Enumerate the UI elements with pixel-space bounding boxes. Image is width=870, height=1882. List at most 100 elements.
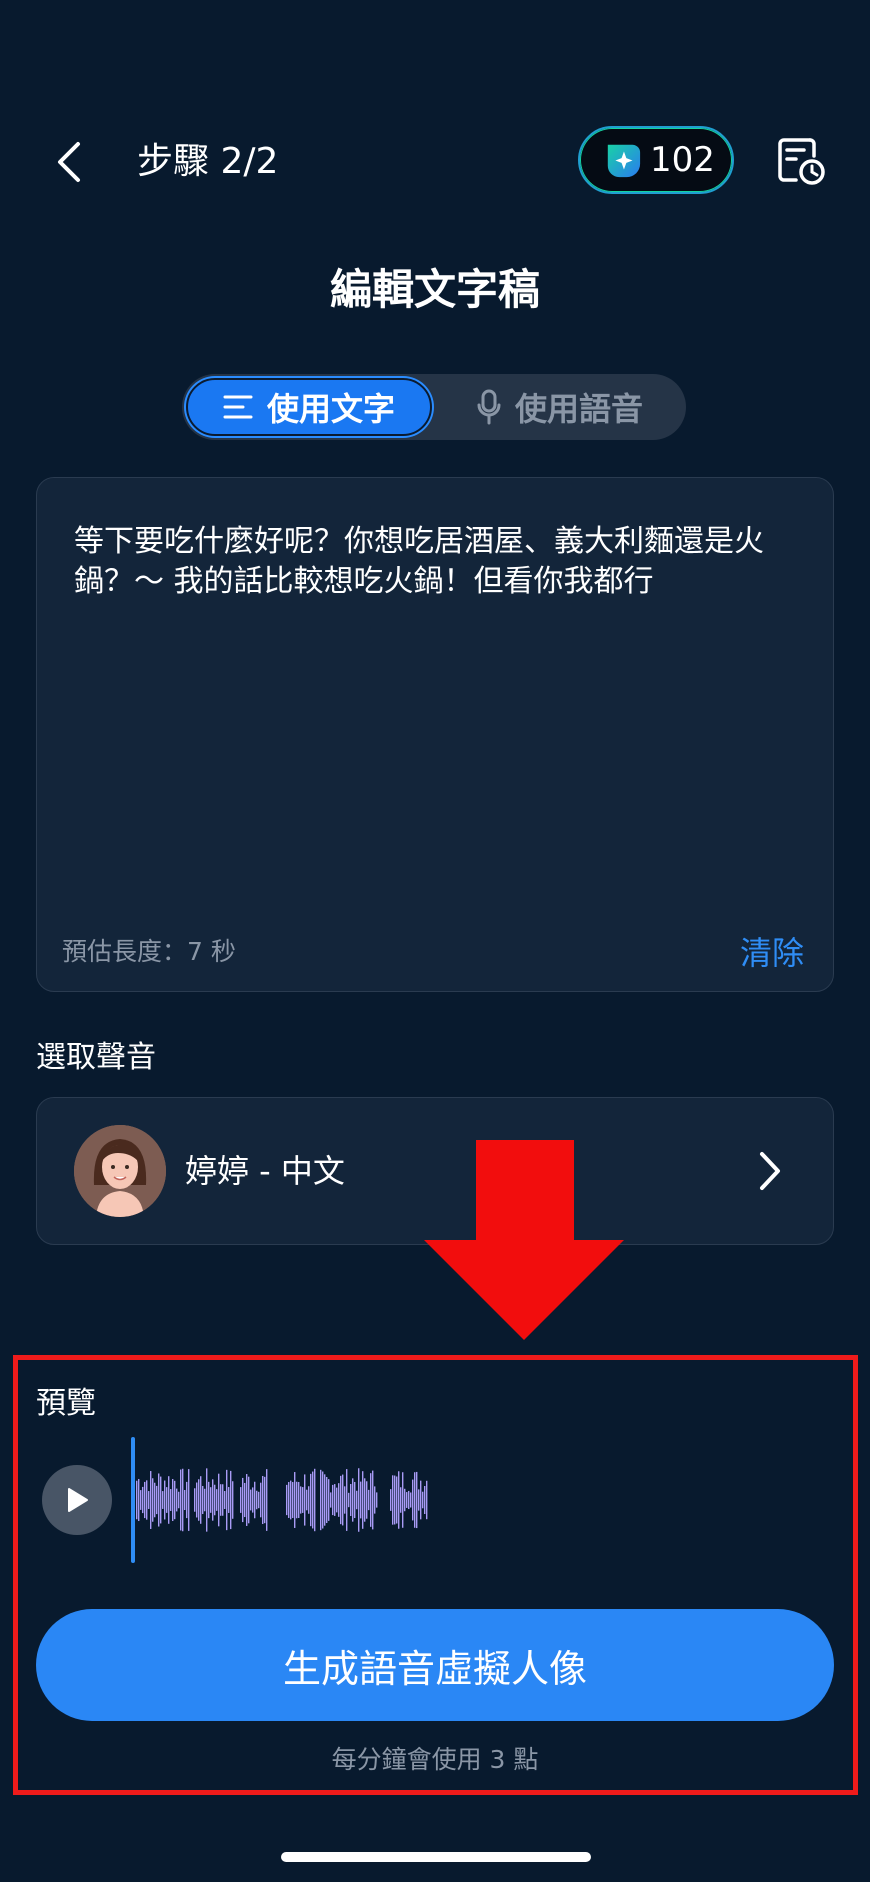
back-button[interactable] — [44, 132, 94, 192]
waveform-bar — [376, 1492, 378, 1508]
waveform-bar — [342, 1474, 344, 1526]
waveform-bar — [154, 1482, 156, 1518]
waveform-bar — [216, 1489, 218, 1511]
tab-use-text[interactable]: 使用文字 — [186, 378, 432, 436]
waveform-bar — [228, 1487, 230, 1513]
preview-section-label: 預覽 — [36, 1386, 96, 1421]
tab-use-text-label: 使用文字 — [266, 390, 395, 428]
chevron-right-icon[interactable] — [750, 1146, 790, 1196]
waveform-bar — [392, 1475, 394, 1525]
annotation-arrow — [424, 1140, 624, 1340]
waveform-bar — [178, 1491, 180, 1509]
selected-voice-name: 婷婷 - 中文 — [185, 1152, 345, 1190]
cost-note: 每分鐘會使用 3 點 — [331, 1745, 539, 1774]
waveform-bar — [142, 1486, 144, 1514]
waveform-bar — [258, 1491, 260, 1509]
waveform-bar — [314, 1468, 316, 1532]
waveform-bar — [332, 1484, 334, 1516]
waveform-bar — [370, 1473, 372, 1527]
waveform-bar — [390, 1489, 392, 1511]
waveform-bar — [368, 1489, 370, 1511]
playhead[interactable] — [131, 1437, 135, 1563]
history-button[interactable] — [774, 134, 828, 188]
waveform-bar — [180, 1469, 182, 1531]
waveform-bar — [350, 1484, 352, 1516]
waveform-bar — [148, 1491, 150, 1509]
waveform-bar — [412, 1479, 414, 1521]
play-button[interactable] — [42, 1465, 112, 1535]
waveform-bar — [202, 1485, 204, 1515]
waveform-bar — [206, 1468, 208, 1532]
waveform-bar — [218, 1473, 220, 1527]
waveform-bar — [326, 1476, 328, 1524]
waveform-bar — [168, 1476, 170, 1524]
waveform-bar — [310, 1473, 312, 1527]
waveform-bar — [418, 1489, 420, 1511]
waveform-bar — [396, 1476, 398, 1524]
waveform-bar — [184, 1489, 186, 1511]
waveform-bar — [240, 1487, 242, 1513]
waveform-bar — [296, 1481, 298, 1519]
tab-use-voice[interactable]: 使用語音 — [438, 378, 682, 436]
waveform-bar — [214, 1484, 216, 1516]
waveform-bar — [320, 1469, 322, 1531]
waveform-bar — [360, 1481, 362, 1519]
waveform-bar — [226, 1469, 228, 1531]
waveform-bar — [298, 1482, 300, 1518]
waveform-bar — [330, 1492, 332, 1508]
waveform-bar — [264, 1476, 266, 1524]
microphone-icon — [477, 389, 501, 425]
waveform-bar — [424, 1486, 426, 1514]
waveform-bar — [176, 1488, 178, 1512]
waveform-bar — [144, 1481, 146, 1519]
estimated-duration: 預估長度：7 秒 — [62, 937, 236, 966]
generate-avatar-button[interactable]: 生成語音虛擬人像 — [36, 1609, 834, 1721]
waveform-bar — [302, 1487, 304, 1513]
waveform-bar — [304, 1474, 306, 1526]
sparkle-shield-icon — [607, 144, 641, 178]
waveform-bar — [312, 1471, 314, 1529]
waveform-bar — [242, 1477, 244, 1523]
clear-button[interactable]: 清除 — [740, 928, 804, 974]
voice-section-label: 選取聲音 — [36, 1040, 156, 1075]
waveform-bar — [138, 1478, 140, 1522]
waveform-bar — [410, 1492, 412, 1508]
waveform-bar — [166, 1487, 168, 1513]
waveform-bar — [404, 1488, 406, 1512]
waveform-bar — [210, 1487, 212, 1513]
waveform-bar — [262, 1475, 264, 1525]
lines-icon — [223, 395, 253, 419]
waveform-bar — [252, 1487, 254, 1513]
waveform-bar — [294, 1472, 296, 1528]
waveform-bar — [204, 1488, 206, 1512]
waveform-bar — [156, 1485, 158, 1515]
step-indicator: 步驟 2/2 — [137, 141, 279, 182]
waveform-bar — [406, 1492, 408, 1508]
waveform-bar — [286, 1484, 288, 1516]
waveform-bar — [230, 1470, 232, 1530]
waveform-bar — [402, 1472, 404, 1528]
waveform-bar — [322, 1471, 324, 1529]
waveform-bar — [400, 1487, 402, 1513]
waveform-bar — [336, 1487, 338, 1513]
audio-waveform[interactable] — [136, 1460, 436, 1540]
waveform-bar — [324, 1474, 326, 1526]
waveform-bar — [362, 1471, 364, 1529]
waveform-bar — [358, 1468, 360, 1532]
waveform-bar — [146, 1480, 148, 1520]
waveform-bar — [364, 1478, 366, 1522]
waveform-bar — [334, 1484, 336, 1516]
waveform-bar — [300, 1486, 302, 1514]
waveform-bar — [352, 1478, 354, 1522]
waveform-bar — [136, 1480, 138, 1520]
waveform-bar — [248, 1476, 250, 1524]
waveform-bar — [260, 1482, 262, 1518]
waveform-bar — [398, 1471, 400, 1529]
waveform-bar — [188, 1469, 190, 1531]
waveform-bar — [290, 1480, 292, 1520]
waveform-bar — [244, 1482, 246, 1518]
play-icon — [68, 1488, 88, 1512]
waveform-bar — [172, 1478, 174, 1522]
credits-balance[interactable]: 102 — [578, 126, 734, 194]
script-text[interactable]: 等下要吃什麼好呢？你想吃居酒屋、義大利麵還是火鍋？～ 我的話比較想吃火鍋！但看你… — [74, 522, 804, 602]
